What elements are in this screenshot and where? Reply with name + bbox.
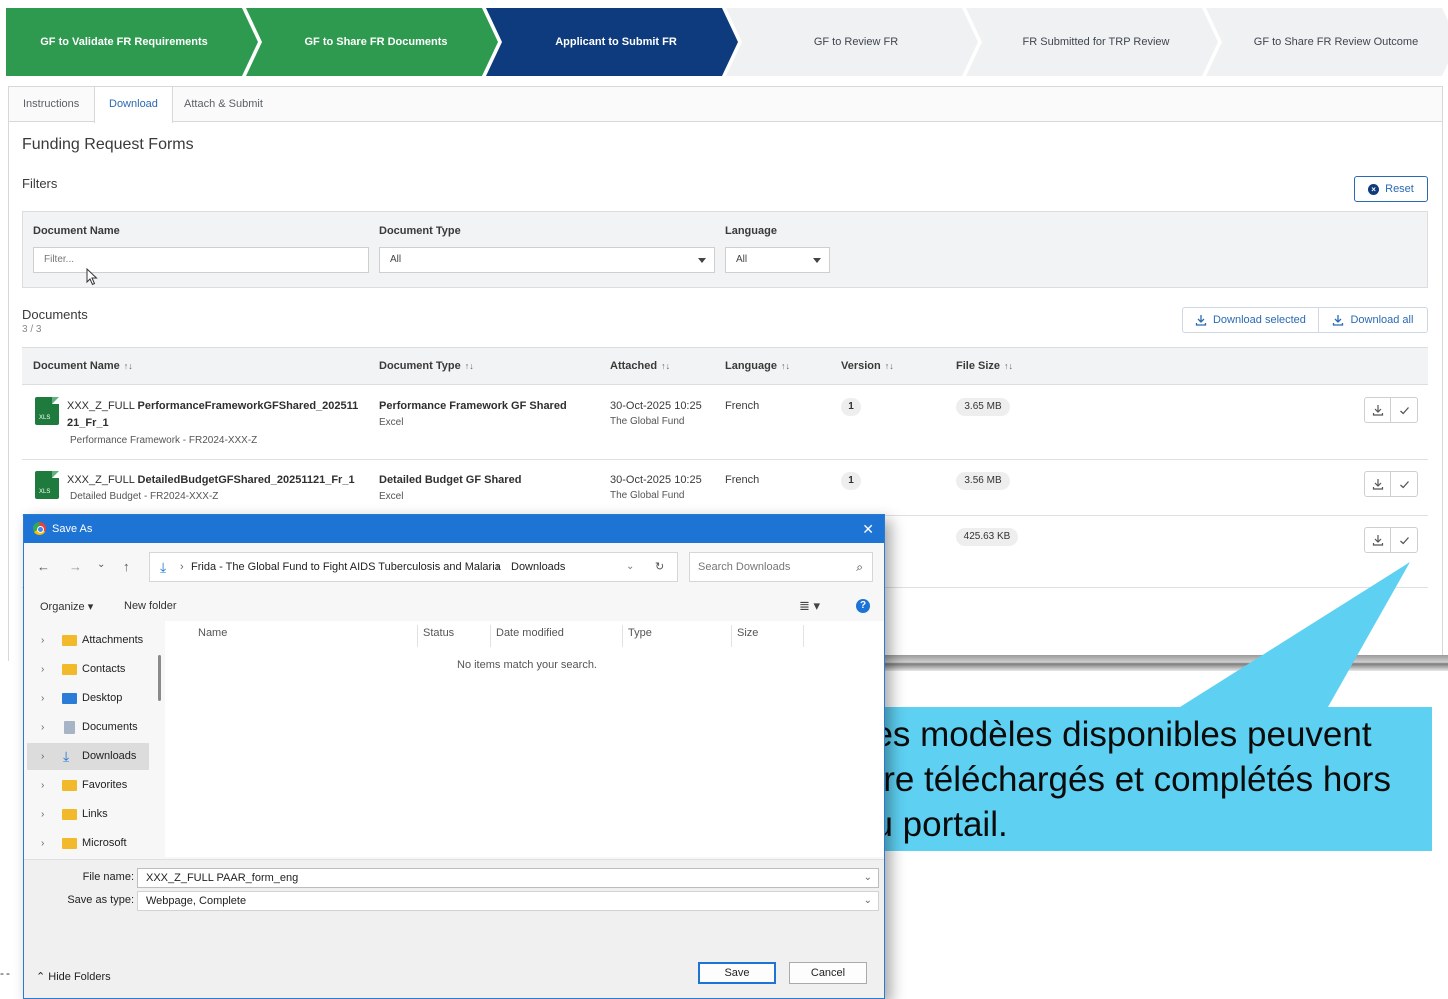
- cancel-button[interactable]: Cancel: [789, 962, 867, 984]
- empty-message: No items match your search.: [457, 659, 597, 671]
- chrome-logo-icon: [33, 522, 46, 535]
- chevron-right-icon[interactable]: ›: [41, 830, 44, 857]
- tree-item-favorites[interactable]: › Favorites: [27, 772, 149, 799]
- file-name-input[interactable]: XXX_Z_FULL PAAR_form_eng ⌄: [137, 868, 879, 888]
- col-name[interactable]: Name: [198, 627, 227, 649]
- chevron-right-icon[interactable]: ›: [41, 714, 44, 741]
- tree-item-desktop[interactable]: › Desktop: [27, 685, 149, 712]
- folder-icon: [62, 635, 77, 646]
- tree-item-links[interactable]: › Links: [27, 801, 149, 828]
- chevron-down-icon[interactable]: ⌄: [864, 892, 872, 910]
- back-arrow-icon[interactable]: ←: [37, 559, 50, 574]
- refresh-icon[interactable]: ↻: [655, 553, 664, 581]
- dialog-footer: File name: XXX_Z_FULL PAAR_form_eng ⌄ Sa…: [24, 859, 884, 998]
- download-icon: ⤓: [160, 559, 167, 575]
- hide-folders-label: Hide Folders: [48, 971, 111, 983]
- help-icon[interactable]: ?: [856, 599, 870, 613]
- chevron-right-icon[interactable]: ›: [41, 627, 44, 654]
- file-name-value: XXX_Z_FULL PAAR_form_eng: [146, 872, 299, 884]
- recent-chevron-icon[interactable]: ⌄: [97, 559, 105, 570]
- close-icon[interactable]: ✕: [862, 515, 874, 543]
- dialog-title-bar: Save As ✕: [24, 515, 884, 543]
- view-options-icon[interactable]: ≣ ▾: [799, 598, 820, 614]
- up-arrow-icon[interactable]: ↑: [123, 559, 130, 574]
- column-divider[interactable]: [622, 625, 623, 647]
- tree-item-documents[interactable]: › Documents: [27, 714, 149, 741]
- chevron-down-icon[interactable]: ⌄: [864, 869, 872, 887]
- desktop-icon: [62, 693, 77, 704]
- document-icon: [64, 721, 75, 734]
- address-bar[interactable]: ⤓ › Frida - The Global Fund to Fight AID…: [149, 552, 678, 582]
- callout-text: Les modèles disponibles peuvent être tél…: [854, 715, 1391, 844]
- dialog-title: Save As: [52, 523, 93, 535]
- save-type-select[interactable]: Webpage, Complete ⌄: [137, 891, 879, 911]
- search-input[interactable]: Search Downloads ⌕: [689, 552, 873, 582]
- file-name-label: File name:: [82, 871, 134, 883]
- search-icon: ⌕: [856, 560, 863, 574]
- chevron-right-icon[interactable]: ›: [41, 801, 44, 828]
- col-status[interactable]: Status: [423, 627, 454, 649]
- forward-arrow-icon[interactable]: →: [69, 559, 82, 574]
- breadcrumb-separator-icon: ›: [180, 561, 184, 573]
- col-size[interactable]: Size: [737, 627, 758, 649]
- save-as-dialog: Save As ✕ ← → ⌄ ↑ ⤓ › Frida - The Global…: [23, 514, 885, 999]
- col-date-modified[interactable]: Date modified: [496, 627, 564, 649]
- tree-item-attachments[interactable]: › Attachments: [27, 627, 149, 654]
- folder-icon: [62, 838, 77, 849]
- new-folder-button[interactable]: New folder: [124, 600, 177, 612]
- search-placeholder: Search Downloads: [698, 561, 791, 573]
- dialog-toolbar: Organize ▾ New folder ≣ ▾ ?: [24, 593, 884, 621]
- tree-item-contacts[interactable]: › Contacts: [27, 656, 149, 683]
- chevron-right-icon[interactable]: ›: [41, 656, 44, 683]
- organize-button[interactable]: Organize ▾: [40, 600, 93, 613]
- column-divider[interactable]: [417, 625, 418, 647]
- save-type-value: Webpage, Complete: [146, 895, 247, 907]
- breadcrumb-user[interactable]: Frida - The Global Fund to Fight AIDS Tu…: [191, 553, 501, 581]
- col-type[interactable]: Type: [628, 627, 652, 649]
- breadcrumb-separator-icon: ›: [496, 561, 500, 573]
- save-button[interactable]: Save: [698, 962, 776, 984]
- column-divider[interactable]: [731, 625, 732, 647]
- download-icon: ⤓: [63, 748, 70, 764]
- file-list: Name Status Date modified Type Size No i…: [165, 621, 884, 857]
- tree-scrollbar[interactable]: [158, 655, 161, 701]
- hide-folders-button[interactable]: ⌃ Hide Folders: [36, 970, 111, 983]
- tree-item-microsoft-copilot[interactable]: ›Microsoft Cop: [27, 830, 149, 876]
- chevron-right-icon[interactable]: ›: [41, 772, 44, 799]
- column-divider[interactable]: [490, 625, 491, 647]
- dashed-line: --: [0, 966, 12, 980]
- chevron-down-icon[interactable]: ⌄: [626, 553, 634, 581]
- folder-icon: [62, 780, 77, 791]
- folder-icon: [62, 664, 77, 675]
- save-type-label: Save as type:: [67, 894, 134, 906]
- folder-icon: [62, 809, 77, 820]
- column-divider[interactable]: [803, 625, 804, 647]
- tree-item-downloads[interactable]: › ⤓ Downloads: [27, 743, 149, 770]
- folder-tree: › Attachments › Contacts › Desktop › Documen…: [24, 621, 160, 876]
- chevron-right-icon[interactable]: ›: [41, 685, 44, 712]
- chevron-up-icon: ⌃: [36, 971, 46, 983]
- breadcrumb-downloads[interactable]: Downloads: [511, 553, 565, 581]
- chevron-right-icon[interactable]: ›: [41, 743, 44, 770]
